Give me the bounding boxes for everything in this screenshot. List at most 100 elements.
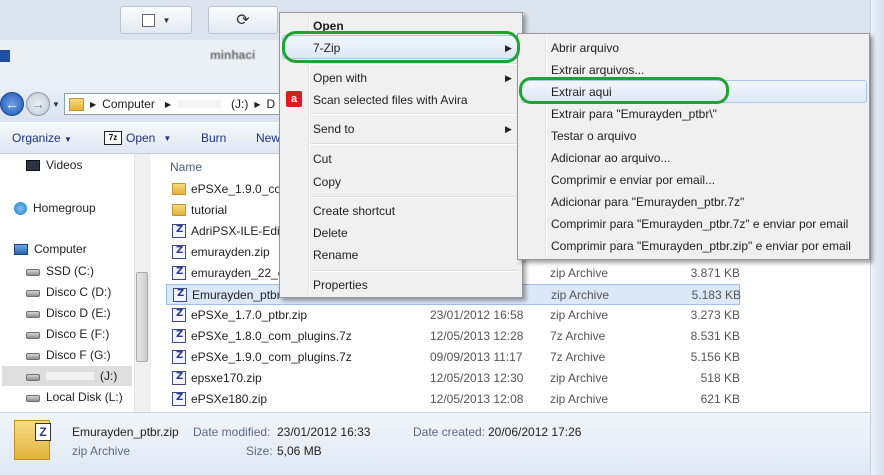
zip-file-large-icon: Z: [14, 420, 51, 460]
file-type: zip Archive: [550, 371, 609, 385]
nav-item-videos[interactable]: Videos: [26, 158, 82, 172]
recent-pages-chevron-icon[interactable]: ▼: [52, 100, 60, 109]
nav-label: (J:): [100, 369, 118, 383]
nav-item-drive-e[interactable]: Disco D (E:): [26, 306, 111, 320]
file-name: AdriPSX-ILE-Edit: [191, 224, 284, 238]
forward-button[interactable]: →: [26, 92, 50, 116]
file-type: 7z Archive: [550, 350, 606, 364]
nav-label: Disco E (F:): [46, 327, 110, 341]
nav-item-drive-g[interactable]: Disco F (G:): [26, 348, 111, 362]
submenu-item-abrir-arquivo[interactable]: Abrir arquivo: [551, 41, 619, 55]
details-pane: [0, 412, 884, 475]
refresh-button[interactable]: ⟳: [208, 6, 278, 34]
nav-item-drive-j[interactable]: (J:): [26, 369, 117, 383]
file-size: 5.183 KB: [691, 288, 741, 302]
nav-scrollbar-thumb[interactable]: [136, 272, 148, 362]
organize-label: Organize: [12, 131, 61, 145]
menu-separator: [310, 113, 518, 115]
nav-item-drive-d[interactable]: Disco C (D:): [26, 285, 111, 299]
menu-item-properties[interactable]: Properties: [313, 278, 368, 292]
submenu-arrow-icon: ▶: [505, 73, 512, 83]
nav-label: SSD (C:): [46, 264, 94, 278]
file-date: 12/05/2013 12:30: [430, 371, 524, 385]
avira-icon: a: [286, 91, 302, 107]
nav-label: Disco C (D:): [46, 285, 112, 299]
details-created-value: 20/06/2012 17:26: [488, 425, 582, 439]
details-type: zip Archive: [72, 444, 131, 458]
submenu-item-extrair-arquivos[interactable]: Extrair arquivos...: [551, 63, 644, 77]
annotation-oval-extrair-aqui: [519, 77, 729, 104]
submenu-item-adicionar[interactable]: Adicionar ao arquivo...: [551, 151, 670, 165]
file-type: zip Archive: [550, 308, 609, 322]
details-filename: Emurayden_ptbr.zip: [72, 425, 179, 439]
submenu-item-extrair-para[interactable]: Extrair para "Emurayden_ptbr\": [551, 107, 717, 121]
list-item[interactable]: ePSXe180.zip 12/05/2013 12:08 zip Archive…: [166, 389, 884, 410]
nav-item-computer[interactable]: Computer: [14, 242, 87, 256]
list-item[interactable]: ePSXe_1.9.0_com_plugins.7z 09/09/2013 11…: [166, 347, 884, 368]
breadcrumb-computer[interactable]: Computer: [102, 97, 155, 111]
file-size: 8.531 KB: [690, 329, 740, 343]
file-size: 518 KB: [700, 371, 740, 385]
submenu-item-comprimir-7z-email[interactable]: Comprimir para "Emurayden_ptbr.7z" e env…: [551, 217, 848, 231]
file-date: 12/05/2013 12:28: [430, 329, 524, 343]
menu-item-rename[interactable]: Rename: [313, 248, 358, 262]
list-item[interactable]: ePSXe_1.7.0_ptbr.zip 23/01/2012 16:58 zip…: [166, 305, 884, 326]
back-button[interactable]: ←: [0, 92, 24, 116]
submenu-item-comprimir-email[interactable]: Comprimir e enviar por email...: [551, 173, 715, 187]
list-item[interactable]: ePSXe_1.8.0_com_plugins.7z 12/05/2013 12…: [166, 326, 884, 347]
file-type: 7z Archive: [550, 329, 606, 343]
zip-file-icon: [172, 371, 186, 385]
breadcrumb-folder[interactable]: D: [266, 97, 275, 111]
view-icon: [141, 13, 155, 27]
drive-icon: [26, 394, 40, 402]
nav-label: Videos: [46, 158, 83, 172]
list-item[interactable]: emurayden_22_e zip Archive 3.871 KB: [166, 263, 884, 284]
menu-item-copy[interactable]: Copy: [313, 175, 341, 189]
nav-item-drive-c[interactable]: SSD (C:): [26, 264, 94, 278]
submenu-arrow-icon: ▶: [505, 124, 512, 134]
zip-file-icon: [172, 392, 186, 406]
burn-button[interactable]: Burn: [201, 131, 226, 145]
menu-item-open-with[interactable]: Open with: [313, 71, 367, 85]
submenu-item-comprimir-zip-email[interactable]: Comprimir para "Emurayden_ptbr.zip" e en…: [551, 239, 851, 253]
menu-item-create-shortcut[interactable]: Create shortcut: [313, 204, 395, 218]
list-item[interactable]: epsxe170.zip 12/05/2013 12:30 zip Archive…: [166, 368, 884, 389]
zip-file-icon: [172, 308, 186, 322]
drive-icon: [26, 352, 40, 360]
breadcrumb-drive[interactable]: (J:): [231, 97, 248, 111]
submenu-item-testar[interactable]: Testar o arquivo: [551, 129, 636, 143]
details-size-value: 5,06 MB: [277, 444, 322, 458]
menu-item-cut[interactable]: Cut: [313, 152, 332, 166]
address-bar[interactable]: ▶ Computer ▶ (J:) ▶ D: [64, 93, 284, 115]
new-folder-button[interactable]: New: [256, 131, 280, 145]
nav-item-drive-l[interactable]: Local Disk (L:): [26, 390, 123, 404]
nav-item-drive-f[interactable]: Disco E (F:): [26, 327, 109, 341]
computer-icon: [14, 243, 28, 255]
window-right-edge: [870, 0, 884, 474]
window-title: minhaci: [210, 48, 256, 62]
breadcrumb-separator-icon: ▶: [90, 99, 97, 109]
7z-file-icon: [172, 329, 186, 343]
submenu-item-adicionar-7z[interactable]: Adicionar para "Emurayden_ptbr.7z": [551, 195, 744, 209]
video-icon: [26, 159, 40, 171]
folder-icon: [172, 183, 186, 195]
breadcrumb-separator-icon: ▶: [254, 99, 261, 109]
file-name: epsxe170.zip: [191, 371, 262, 385]
chevron-down-icon: ▼: [163, 133, 172, 143]
nav-item-homegroup[interactable]: Homegroup: [14, 201, 96, 215]
file-name: ePSXe180.zip: [191, 392, 268, 406]
menu-item-send-to[interactable]: Send to: [313, 122, 354, 136]
chevron-down-icon: ▼: [64, 135, 72, 144]
file-size: 3.273 KB: [690, 308, 740, 322]
menu-item-scan-avira[interactable]: Scan selected files with Avira: [313, 93, 468, 107]
file-date: 12/05/2013 12:08: [430, 392, 524, 406]
organize-button[interactable]: Organize ▼: [12, 131, 72, 145]
menu-item-delete[interactable]: Delete: [313, 226, 348, 240]
column-header-name[interactable]: Name: [170, 160, 202, 174]
drive-icon: [26, 331, 40, 339]
window-edge-icon: [0, 50, 10, 62]
file-size: 5.156 KB: [690, 350, 740, 364]
open-button[interactable]: 7z Open ▼: [104, 131, 171, 145]
menu-separator: [310, 270, 518, 272]
view-options-button[interactable]: ▼: [120, 6, 192, 34]
